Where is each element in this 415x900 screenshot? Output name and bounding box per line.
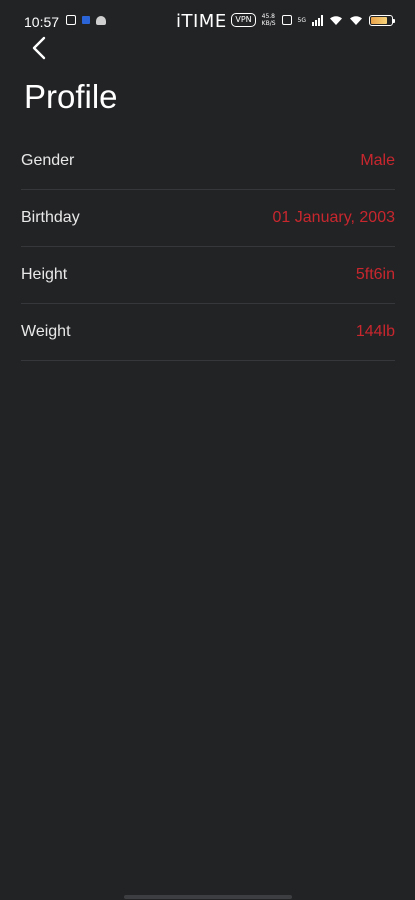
- page-title: Profile: [24, 78, 118, 115]
- row-value: Male: [360, 152, 395, 169]
- profile-row-weight[interactable]: Weight 144lb: [21, 304, 395, 361]
- profile-row-gender[interactable]: Gender Male: [21, 133, 395, 190]
- status-bar: 10:57 iTIME VPN 45.8 KB/S 5G: [0, 0, 415, 42]
- row-label: Weight: [21, 323, 71, 340]
- row-value: 144lb: [355, 323, 395, 340]
- profile-row-height[interactable]: Height 5ft6in: [21, 247, 395, 304]
- status-time: 10:57: [24, 14, 60, 30]
- vpn-icon: VPN: [231, 13, 256, 27]
- back-button[interactable]: [26, 34, 54, 62]
- system-status-icons: VPN 45.8 KB/S 5G: [231, 13, 395, 27]
- battery-icon: [369, 14, 395, 26]
- message-notification-icon: [66, 15, 76, 25]
- network-speed-value: 45.8: [261, 13, 275, 20]
- app-notification-icon: [82, 16, 90, 24]
- profile-row-birthday[interactable]: Birthday 01 January, 2003: [21, 190, 395, 247]
- hd-icon: [281, 15, 292, 25]
- row-label: Birthday: [21, 209, 80, 226]
- network-speed-unit: KB/S: [261, 20, 276, 27]
- signal-icon: [312, 14, 323, 26]
- home-indicator[interactable]: [124, 895, 292, 899]
- row-label: Gender: [21, 152, 75, 169]
- row-value: 5ft6in: [355, 266, 395, 283]
- wifi-icon-secondary: [350, 15, 362, 25]
- wifi-icon: [330, 15, 342, 25]
- network-type: 5G: [297, 16, 306, 24]
- row-value: 01 January, 2003: [272, 209, 395, 226]
- row-label: Height: [21, 266, 68, 283]
- robot-notification-icon: [96, 15, 106, 25]
- notification-icons: [66, 15, 106, 25]
- brand-logo: iTIME: [176, 11, 227, 32]
- network-speed: 45.8 KB/S: [262, 13, 276, 27]
- chevron-left-icon: [32, 36, 46, 60]
- profile-list: Gender Male Birthday 01 January, 2003 He…: [21, 133, 395, 361]
- battery-level: [371, 16, 387, 24]
